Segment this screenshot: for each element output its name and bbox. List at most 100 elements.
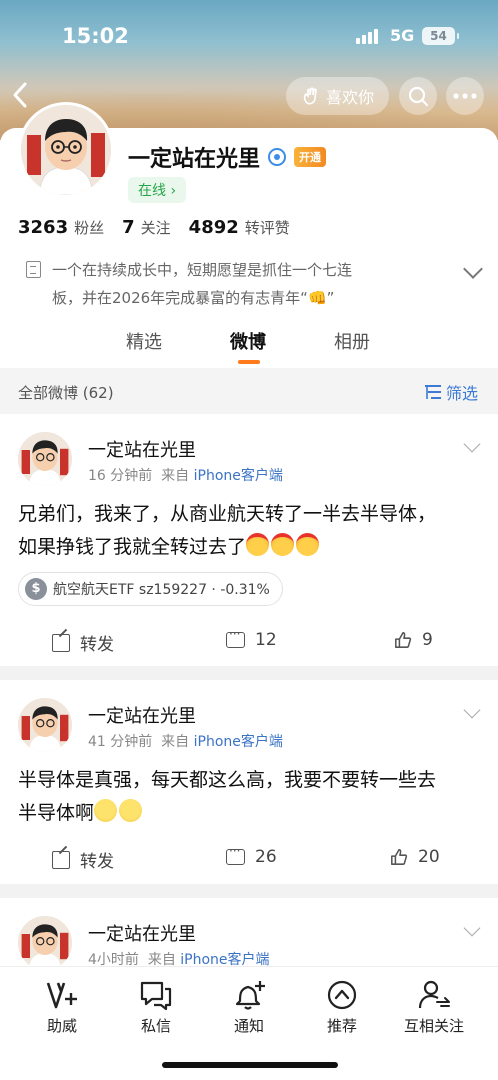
followers-count[interactable]: 3263 [18, 217, 68, 238]
search-icon [408, 86, 429, 107]
message-icon [140, 981, 172, 1011]
post-source-prefix: 来自 [161, 468, 190, 484]
post-source[interactable]: iPhone客户端 [194, 468, 283, 484]
post-text-line: 半导体是真强，每天都这么高，我要不要转一些去 [18, 769, 437, 791]
repost-icon [52, 633, 70, 652]
chevron-left-icon [13, 82, 27, 108]
repost-label: 转发 [80, 635, 114, 655]
bio-line: 一个在持续成长中，短期愿望是抓住一个七连 [52, 261, 353, 279]
engagement-count[interactable]: 4892 [189, 217, 239, 238]
nav-mutual-follow-label: 互相关注 [403, 1017, 464, 1035]
profile-stats: 3263 粉丝 7 关注 4892 转评赞 [18, 217, 308, 238]
signal-icon [356, 28, 382, 44]
post-author-name[interactable]: 一定站在光里 [88, 920, 196, 946]
nav-recommend-label: 推荐 [326, 1017, 357, 1035]
followers-label[interactable]: 粉丝 [74, 217, 104, 238]
repost-button[interactable]: 转发 [52, 630, 114, 655]
post-text[interactable]: 兄弟们，我来了，从商业航天转了一半去半导体， 如果挣钱了我就全转过去了 [18, 498, 484, 564]
following-count[interactable]: 7 [122, 217, 135, 238]
comment-button[interactable]: 26 [226, 844, 277, 867]
online-status[interactable]: 在线 › [128, 177, 187, 203]
comment-icon [226, 844, 245, 865]
post-text[interactable]: 半导体是真强，每天都这么高，我要不要转一些去 半导体啊 [18, 764, 484, 830]
post-time: 41 分钟前 [88, 734, 153, 750]
repost-icon [52, 850, 70, 869]
mutual-follow-icon [418, 980, 450, 1009]
bio-line: 板，并在2026年完成暴富的有志青年“👊” [52, 289, 335, 307]
money-face-emoji-icon [296, 533, 320, 556]
post-actions: 转发 12 9 [0, 622, 498, 662]
repost-button[interactable]: 转发 [52, 847, 114, 872]
chevron-down-icon[interactable] [463, 919, 481, 937]
post-source-prefix: 来自 [161, 734, 190, 750]
post-source[interactable]: iPhone客户端 [194, 734, 283, 750]
post-time: 16 分钟前 [88, 468, 153, 484]
more-button[interactable] [446, 77, 484, 115]
tab-album[interactable]: 相册 [334, 328, 370, 354]
status-time: 15:02 [62, 24, 129, 48]
following-label[interactable]: 关注 [141, 217, 171, 238]
nav-mutual-follow[interactable]: 互相关注 [394, 979, 474, 1036]
avatar-cartoon-image [18, 916, 72, 970]
recommend-up-icon [327, 980, 357, 1010]
back-button[interactable] [10, 80, 40, 110]
stock-tag-label: 航空航天ETF sz159227 · -0.31% [53, 582, 270, 598]
money-face-emoji-icon [246, 533, 270, 556]
nav-notifications-label: 通知 [233, 1017, 264, 1035]
filter-icon [425, 385, 441, 399]
money-face-emoji-icon [271, 533, 295, 556]
post-actions: 转发 26 20 [0, 839, 498, 879]
profile-tabs: 精选 微博 相册 [0, 324, 498, 368]
profile-bio[interactable]: 一个在持续成长中，短期愿望是抓住一个七连 板，并在2026年完成暴富的有志青年“… [26, 256, 446, 312]
profile-avatar[interactable] [18, 102, 114, 198]
chevron-down-icon[interactable] [463, 701, 481, 719]
profile-name-row: 一定站在光里 开通 [128, 141, 327, 173]
hand-wave-icon [303, 87, 317, 105]
tab-featured[interactable]: 精选 [126, 328, 162, 354]
profile-name: 一定站在光里 [128, 147, 261, 172]
like-you-button[interactable]: 喜欢你 [286, 77, 389, 115]
post-meta: 41 分钟前 来自 iPhone客户端 [88, 731, 283, 751]
stock-tag[interactable]: $ 航空航天ETF sz159227 · -0.31% [18, 572, 283, 606]
comment-count: 26 [255, 847, 277, 867]
nav-recommend[interactable]: 推荐 [302, 979, 382, 1036]
thinking-emoji-icon [94, 799, 118, 822]
avatar-cartoon-image [18, 432, 72, 486]
cheer-v-plus-icon [46, 982, 77, 1009]
gender-male-icon [268, 148, 287, 166]
search-button[interactable] [399, 77, 437, 115]
active-tab-indicator [238, 360, 260, 364]
chevron-down-icon[interactable] [463, 435, 481, 453]
tab-weibo[interactable]: 微博 [230, 328, 266, 354]
comment-button[interactable]: 12 [226, 627, 277, 650]
post-text-line: 如果挣钱了我就全转过去了 [18, 536, 247, 558]
more-dots-icon [453, 93, 477, 99]
post-author-avatar[interactable] [18, 698, 72, 752]
nav-cheer[interactable]: 助威 [22, 979, 102, 1036]
nav-notifications[interactable]: 通知 [209, 979, 289, 1036]
like-button[interactable]: 9 [394, 630, 433, 650]
like-count: 9 [422, 630, 433, 650]
bell-plus-icon [235, 981, 265, 1010]
like-button[interactable]: 20 [390, 847, 440, 867]
network-type: 5G [390, 26, 415, 45]
repost-label: 转发 [80, 852, 114, 872]
engagement-label[interactable]: 转评赞 [245, 217, 290, 238]
post-author-name[interactable]: 一定站在光里 [88, 702, 196, 728]
post-text-line: 兄弟们，我来了，从商业航天转了一半去半导体， [18, 503, 437, 525]
all-posts-count[interactable]: 全部微博 (62) [18, 382, 114, 403]
avatar-cartoon-image [21, 105, 111, 195]
comment-count: 12 [255, 630, 277, 650]
filter-bar: 全部微博 (62) 筛选 [0, 368, 498, 414]
filter-button[interactable]: 筛选 [424, 380, 478, 404]
like-you-label: 喜欢你 [325, 88, 374, 107]
post-meta: 16 分钟前 来自 iPhone客户端 [88, 465, 283, 485]
status-bar: 15:02 5G 54 [0, 0, 498, 70]
post-author-name[interactable]: 一定站在光里 [88, 436, 196, 462]
post-author-avatar[interactable] [18, 432, 72, 486]
nav-messages-label: 私信 [140, 1017, 171, 1035]
thumbs-up-icon [395, 632, 412, 648]
vip-open-badge[interactable]: 开通 [294, 147, 327, 167]
nav-messages[interactable]: 私信 [116, 979, 196, 1036]
post-author-avatar[interactable] [18, 916, 72, 970]
